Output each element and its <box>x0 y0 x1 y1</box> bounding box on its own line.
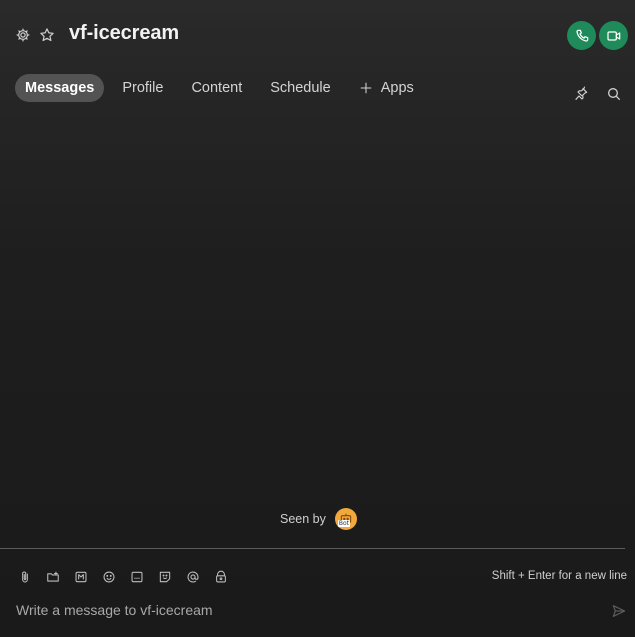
gif-icon[interactable] <box>130 569 158 585</box>
gear-icon[interactable] <box>14 26 32 44</box>
bot-badge: Bot <box>337 520 351 527</box>
header: vf-icecream <box>0 0 635 70</box>
send-button[interactable] <box>610 602 628 620</box>
phone-icon <box>574 28 590 44</box>
emoji-icon[interactable] <box>102 569 130 585</box>
video-camera-icon <box>606 28 622 44</box>
tab-apps[interactable]: Apps <box>349 74 424 102</box>
composer-divider <box>0 548 625 549</box>
search-icon[interactable] <box>605 85 623 103</box>
tab-bar: Messages Profile Content Schedule Apps <box>15 74 432 102</box>
audio-call-button[interactable] <box>567 21 596 50</box>
lock-icon[interactable] <box>214 569 242 585</box>
folder-icon[interactable] <box>46 569 74 585</box>
newline-hint: Shift + Enter for a new line <box>491 570 627 582</box>
paperclip-icon[interactable] <box>18 569 46 585</box>
mention-icon[interactable] <box>186 569 214 585</box>
tab-schedule[interactable]: Schedule <box>260 74 340 102</box>
pin-icon[interactable] <box>572 85 590 103</box>
video-call-button[interactable] <box>599 21 628 50</box>
tab-content[interactable]: Content <box>181 74 252 102</box>
composer-toolbar <box>18 569 242 585</box>
chat-window: vf-icecream Messages Profile Content Sch… <box>0 0 635 637</box>
tab-profile[interactable]: Profile <box>112 74 173 102</box>
message-input[interactable] <box>16 600 596 620</box>
plus-icon <box>359 81 373 95</box>
sticker-icon[interactable] <box>158 569 186 585</box>
markdown-icon[interactable] <box>74 569 102 585</box>
tab-apps-label: Apps <box>380 80 414 96</box>
star-icon[interactable] <box>38 26 56 44</box>
tab-messages[interactable]: Messages <box>15 74 105 102</box>
seen-by: Seen by Bot <box>280 508 357 530</box>
avatar[interactable]: Bot <box>334 508 357 530</box>
seen-by-label: Seen by <box>280 512 326 526</box>
page-title: vf-icecream <box>69 22 180 44</box>
send-icon <box>611 603 627 619</box>
